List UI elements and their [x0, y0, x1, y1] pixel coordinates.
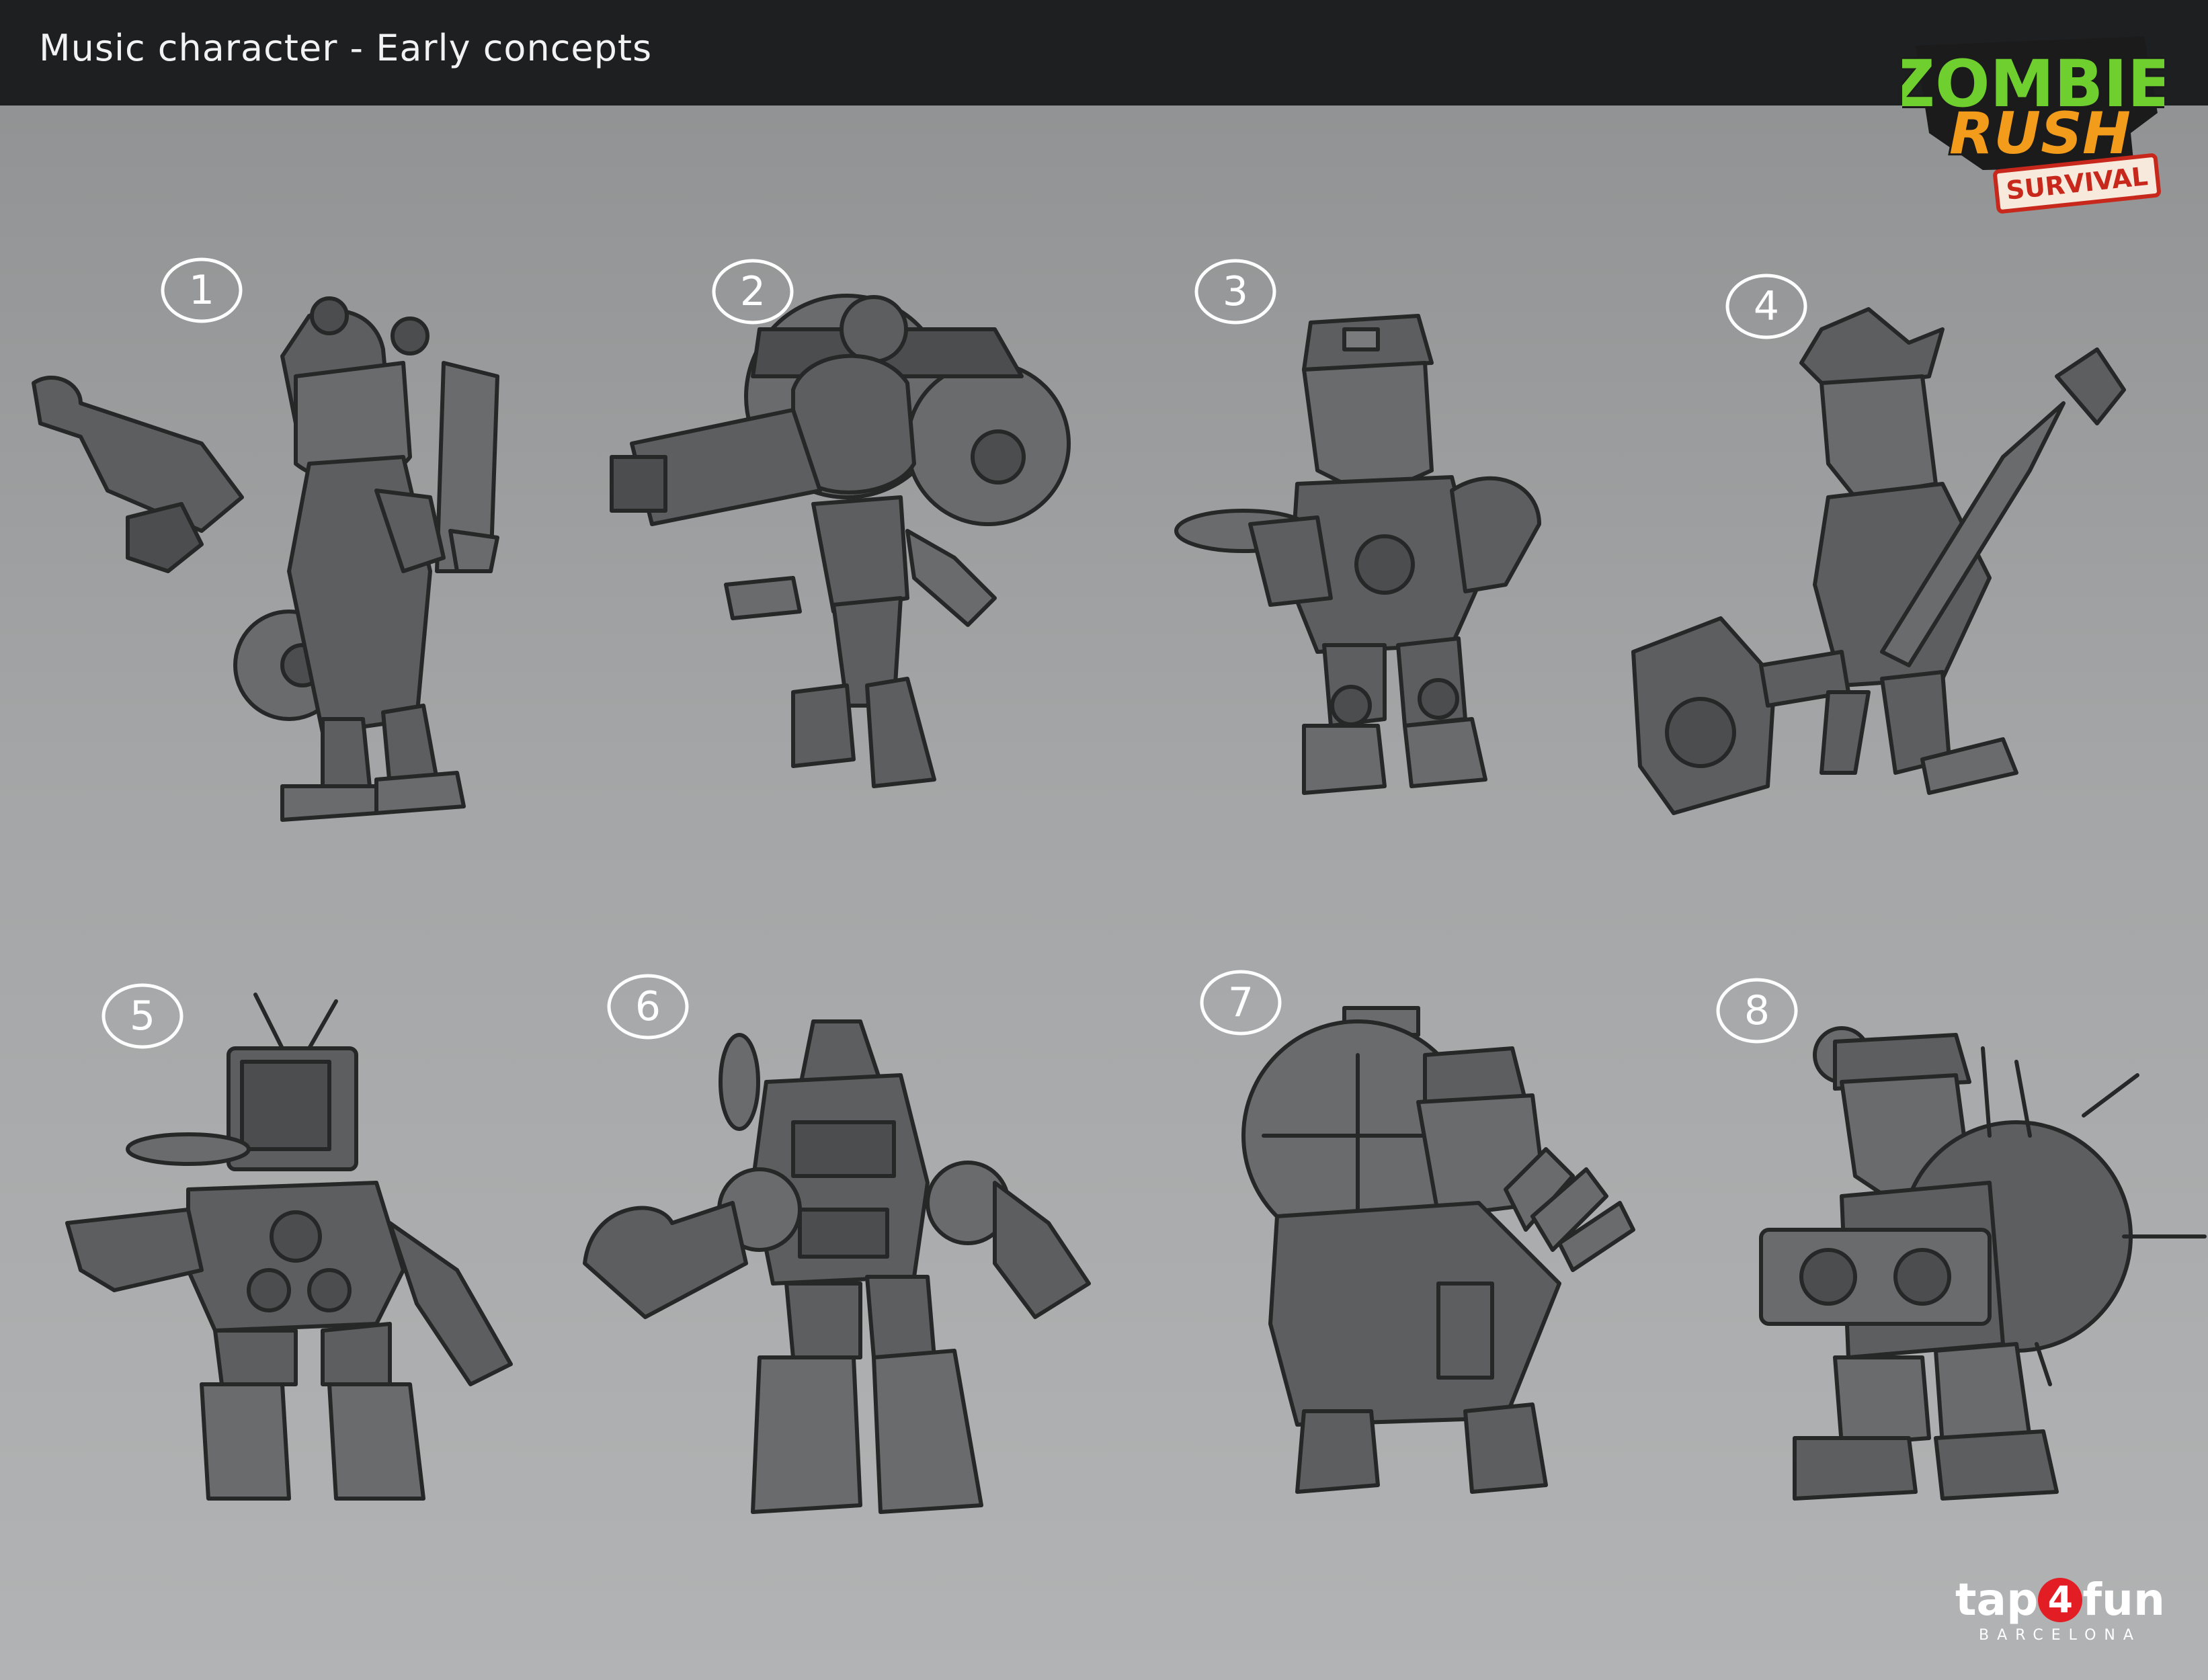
header-bar: Music character - Early concepts [0, 0, 2208, 106]
concept-sketch-7 [1223, 1001, 1734, 1646]
concept-sketch-2 [591, 289, 1102, 934]
concept-sketch-5 [40, 988, 551, 1633]
studio-name: tap 4 fun [1949, 1576, 2171, 1624]
concept-sketch-1 [27, 289, 538, 934]
studio-city: BARCELONA [1979, 1627, 2141, 1644]
concept-sketch-3 [1170, 302, 1680, 948]
game-logo-art: ZOMBIE RUSH SURVIVAL [1886, 36, 2174, 214]
studio-name-left: tap [1955, 1574, 2039, 1626]
concept-sketch-4 [1627, 302, 2137, 948]
concept-sketch-6 [578, 1008, 1091, 1653]
studio-name-mid: 4 [2038, 1578, 2083, 1622]
logo-word-2: RUSH [1949, 100, 2131, 167]
game-logo: ZOMBIE RUSH SURVIVAL [1886, 32, 2174, 215]
studio-logo: tap 4 fun BARCELONA [1949, 1576, 2171, 1650]
page-title: Music character - Early concepts [39, 27, 653, 69]
concept-sketch-8 [1734, 1008, 2208, 1653]
studio-name-right: fun [2082, 1574, 2166, 1626]
artboard: Music character - Early concepts ZOMBIE … [0, 0, 2208, 1680]
